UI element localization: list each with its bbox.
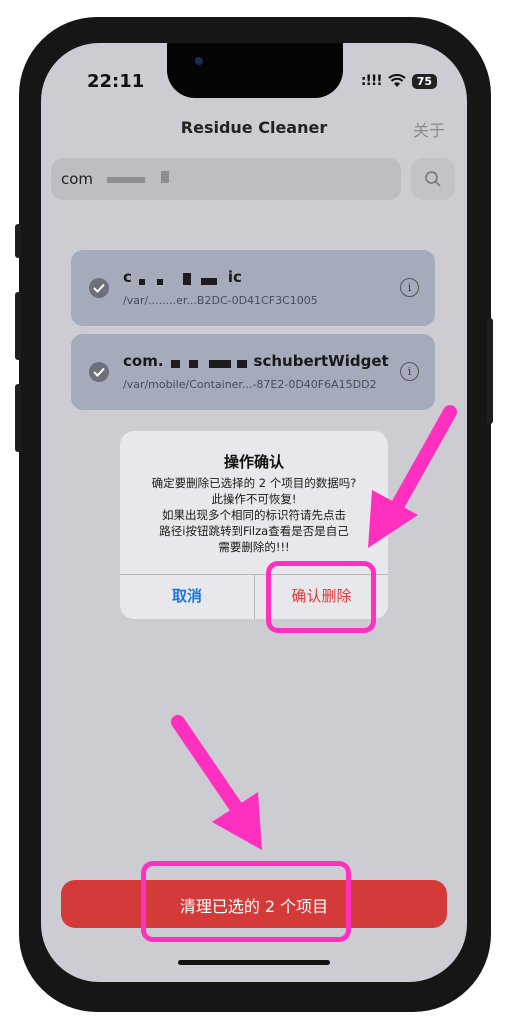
annotation-arrows xyxy=(171,405,457,850)
arrow-icon xyxy=(171,715,262,850)
arrow-icon xyxy=(368,405,457,548)
